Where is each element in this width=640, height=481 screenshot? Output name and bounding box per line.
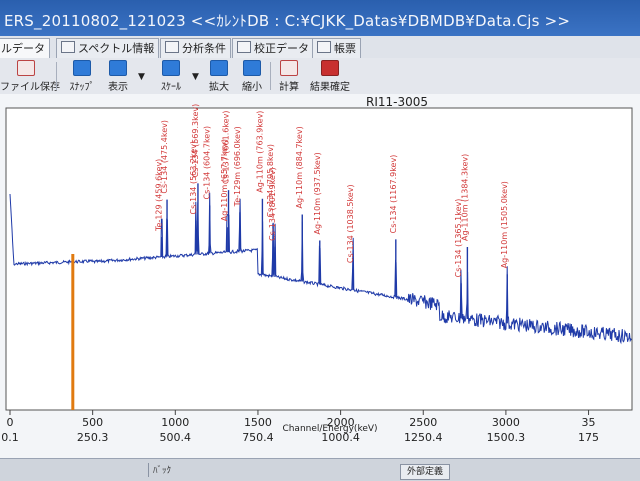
tab-spectrum-info[interactable]: スペクトル情報: [56, 38, 160, 58]
tab-report[interactable]: 帳票: [312, 38, 361, 58]
confirm-result-button[interactable]: 結果確定: [308, 60, 352, 93]
peak-label: Cs-134 (1038.5kev): [346, 184, 355, 263]
x-tick-channel-label: 2500: [409, 416, 437, 429]
peak-label: Ag-110m (763.9kev): [255, 111, 264, 193]
file-save-icon: [17, 60, 35, 76]
window-titlebar: ERS_20110802_121023 <<ｶﾚﾝﾄDB : C:¥CJKK_D…: [0, 0, 640, 36]
spectrum-chart[interactable]: Te-129 (459.6kev)Cs-134 (475.4kev) Cs-134…: [0, 94, 640, 464]
peak-label: Cs-137 (661.6kev): [222, 111, 231, 185]
spectrum-chart-panel[interactable]: RI11-3005 Te-129 (459.6kev) Cs-134 (475.4…: [0, 94, 640, 464]
spectrum-icon: [61, 41, 75, 53]
peak-label: Cs-134 (1167.9kev): [389, 155, 398, 234]
x-tick-energy-label: 250.3: [77, 431, 109, 444]
status-bar: ﾊﾞｯｸ 外部定義: [0, 458, 640, 481]
calculate-button[interactable]: 計算: [276, 60, 302, 93]
x-tick-energy-label: 175: [578, 431, 599, 444]
x-tick-energy-label: 750.4: [242, 431, 274, 444]
x-axis-title: Channel/Energy(keV): [282, 424, 377, 434]
zoom-out-icon: [243, 60, 261, 76]
window-title: ERS_20110802_121023 <<ｶﾚﾝﾄDB : C:¥CJKK_D…: [4, 12, 571, 30]
conditions-icon: [165, 41, 179, 53]
confirm-result-icon: [321, 60, 339, 76]
file-save-button[interactable]: ファイル保存: [0, 60, 60, 93]
peak-label: Ag-110m (884.7kev): [295, 126, 304, 208]
tab-calibration-data[interactable]: 校正データ: [232, 38, 314, 58]
x-tick-energy-label: 1250.4: [404, 431, 443, 444]
x-tick-energy-label: 500.4: [160, 431, 192, 444]
x-tick-channel-label: 1500: [244, 416, 272, 429]
tab-raw-data[interactable]: ルデータ: [0, 38, 50, 58]
peak-label: Ag-110m (1505.0kev): [500, 181, 509, 268]
zoom-in-icon: [210, 60, 228, 76]
report-icon: [317, 41, 331, 53]
peak-label: Cs-134 (604.7kev): [203, 126, 212, 200]
x-tick-channel-label: 0: [7, 416, 14, 429]
toolbar-separator: [270, 62, 271, 90]
display-button[interactable]: 表示: [104, 60, 132, 93]
zoom-in-button[interactable]: 拡大: [206, 60, 232, 93]
calculate-icon: [280, 60, 298, 76]
x-tick-channel-label: 3000: [492, 416, 520, 429]
toolbar: ファイル保存 ｽﾅｯﾌﾟ 表示 ▼ ｽｹｰﾙ ▼ 拡大 縮小 計算 結果確定: [0, 58, 640, 95]
peak-label: Te-129m (696.0kev): [233, 126, 242, 207]
display-icon: [109, 60, 127, 76]
external-definition-button[interactable]: 外部定義: [400, 464, 451, 480]
calibration-icon: [237, 41, 251, 53]
scale-button[interactable]: ｽｹｰﾙ: [154, 60, 188, 93]
peak-label: Ag-110m (1384.3kev): [460, 154, 469, 241]
peak-label: Cs-134 (475.4kev): [160, 120, 169, 194]
scale-dropdown-arrow-icon[interactable]: ▼: [192, 72, 199, 82]
x-tick-channel-label: 35: [582, 416, 596, 429]
tab-bar: ルデータ スペクトル情報 分析条件 校正データ 帳票: [0, 36, 640, 59]
display-dropdown-arrow-icon[interactable]: ▼: [138, 72, 145, 82]
tab-analysis-conditions[interactable]: 分析条件: [160, 38, 231, 58]
x-tick-energy-label: 0.1: [1, 431, 19, 444]
toolbar-separator: [56, 62, 57, 90]
x-tick-energy-label: 1500.3: [487, 431, 526, 444]
zoom-out-button[interactable]: 縮小: [238, 60, 266, 93]
status-cell: ﾊﾞｯｸ: [148, 463, 203, 477]
snap-icon: [73, 60, 91, 76]
peak-label: Cs-134 (801.9kev): [268, 167, 277, 241]
x-tick-channel-label: 1000: [161, 416, 189, 429]
snap-button[interactable]: ｽﾅｯﾌﾟ: [64, 60, 100, 93]
scale-icon: [162, 60, 180, 76]
peak-label: Cs-134 (569.3kev): [191, 104, 200, 178]
x-tick-channel-label: 500: [82, 416, 103, 429]
peak-label: Ag-110m (937.5kev): [313, 152, 322, 234]
